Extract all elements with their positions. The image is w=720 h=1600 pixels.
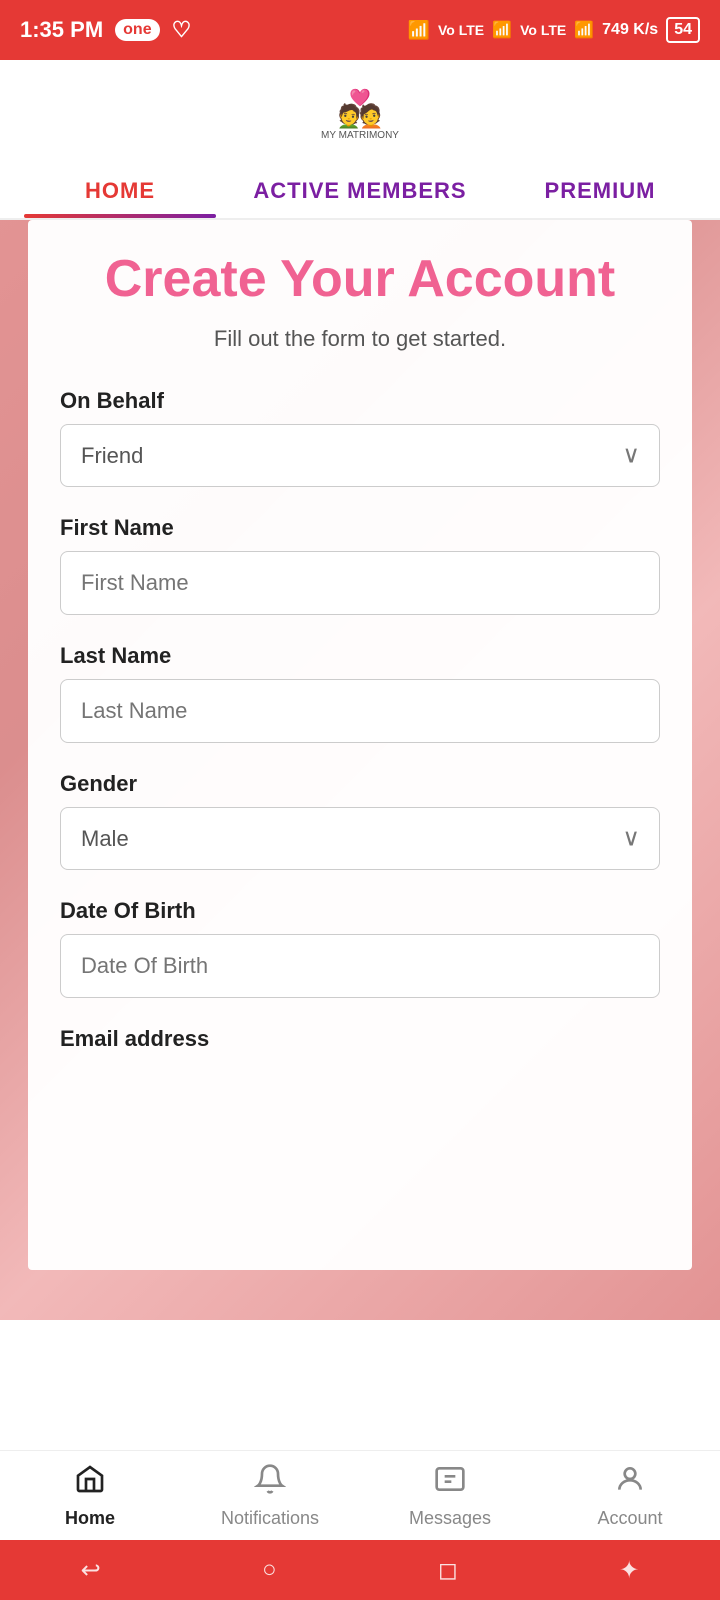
- one-badge: one: [115, 19, 159, 41]
- home-button[interactable]: ○: [262, 1556, 277, 1584]
- recents-button[interactable]: ◻: [438, 1556, 458, 1585]
- android-nav: ↩ ○ ◻ ✦: [0, 1540, 720, 1600]
- time: 1:35 PM: [20, 17, 103, 43]
- bottom-nav-notifications[interactable]: Notifications: [180, 1451, 360, 1540]
- top-nav: HOME ACTIVE MEMBERS PREMIUM: [0, 160, 720, 220]
- form-title: Create Your Account: [60, 250, 660, 310]
- gender-wrapper: Male Female ∨: [60, 807, 660, 870]
- on-behalf-wrapper: Friend Myself Son Daughter Brother Siste…: [60, 424, 660, 487]
- location-icon: ♡: [172, 17, 192, 43]
- gender-select[interactable]: Male Female: [60, 807, 660, 870]
- notifications-icon: [254, 1463, 286, 1502]
- bottom-nav-account-label: Account: [597, 1508, 662, 1529]
- last-name-group: Last Name: [60, 643, 660, 743]
- dob-input[interactable]: [60, 934, 660, 998]
- lte2-label: Vo LTE: [520, 22, 566, 38]
- status-left: 1:35 PM one ♡: [20, 17, 191, 43]
- status-right: 📶 Vo LTE 📶 Vo LTE 📶 749 K/s 54: [408, 17, 700, 43]
- tab-home[interactable]: HOME: [0, 160, 240, 218]
- dob-label: Date Of Birth: [60, 898, 660, 924]
- speed: 749 K/s: [602, 21, 658, 39]
- last-name-label: Last Name: [60, 643, 660, 669]
- lte1-label: Vo LTE: [438, 22, 484, 38]
- logo: 💑 MY MATRIMONY: [320, 85, 400, 145]
- account-icon: [614, 1463, 646, 1502]
- status-bar: 1:35 PM one ♡ 📶 Vo LTE 📶 Vo LTE 📶 749 K/…: [0, 0, 720, 60]
- battery: 54: [666, 17, 700, 43]
- bottom-nav-messages-label: Messages: [409, 1508, 491, 1529]
- tab-premium[interactable]: PREMIUM: [480, 160, 720, 218]
- first-name-label: First Name: [60, 515, 660, 541]
- wifi-icon: 📶: [408, 20, 430, 41]
- on-behalf-select[interactable]: Friend Myself Son Daughter Brother Siste…: [60, 424, 660, 487]
- home-icon: [74, 1463, 106, 1502]
- last-name-input[interactable]: [60, 679, 660, 743]
- first-name-input[interactable]: [60, 551, 660, 615]
- back-button[interactable]: ↩: [81, 1556, 101, 1585]
- form-subtitle: Fill out the form to get started.: [60, 326, 660, 352]
- gender-group: Gender Male Female ∨: [60, 771, 660, 870]
- on-behalf-group: On Behalf Friend Myself Son Daughter Bro…: [60, 388, 660, 487]
- messages-icon: [434, 1463, 466, 1502]
- first-name-group: First Name: [60, 515, 660, 615]
- email-label: Email address: [60, 1026, 660, 1052]
- on-behalf-label: On Behalf: [60, 388, 660, 414]
- bottom-nav-messages[interactable]: Messages: [360, 1451, 540, 1540]
- logo-area: 💑 MY MATRIMONY: [0, 60, 720, 160]
- gender-label: Gender: [60, 771, 660, 797]
- bottom-nav-account[interactable]: Account: [540, 1451, 720, 1540]
- main-content: Create Your Account Fill out the form to…: [0, 220, 720, 1320]
- dob-group: Date Of Birth: [60, 898, 660, 998]
- email-group: Email address: [60, 1026, 660, 1052]
- signal1-icon: 📶: [492, 20, 512, 40]
- bottom-nav-home[interactable]: Home: [0, 1451, 180, 1540]
- logo-text: MY MATRIMONY: [321, 130, 399, 142]
- tab-active-members[interactable]: ACTIVE MEMBERS: [240, 160, 480, 218]
- bottom-nav-notifications-label: Notifications: [221, 1508, 319, 1529]
- bottom-nav: Home Notifications Messages Acco: [0, 1450, 720, 1540]
- assist-button[interactable]: ✦: [619, 1556, 639, 1585]
- form-card: Create Your Account Fill out the form to…: [28, 220, 692, 1270]
- logo-icon: 💑: [338, 88, 383, 130]
- bottom-nav-home-label: Home: [65, 1508, 115, 1529]
- signal2-icon: 📶: [574, 20, 594, 40]
